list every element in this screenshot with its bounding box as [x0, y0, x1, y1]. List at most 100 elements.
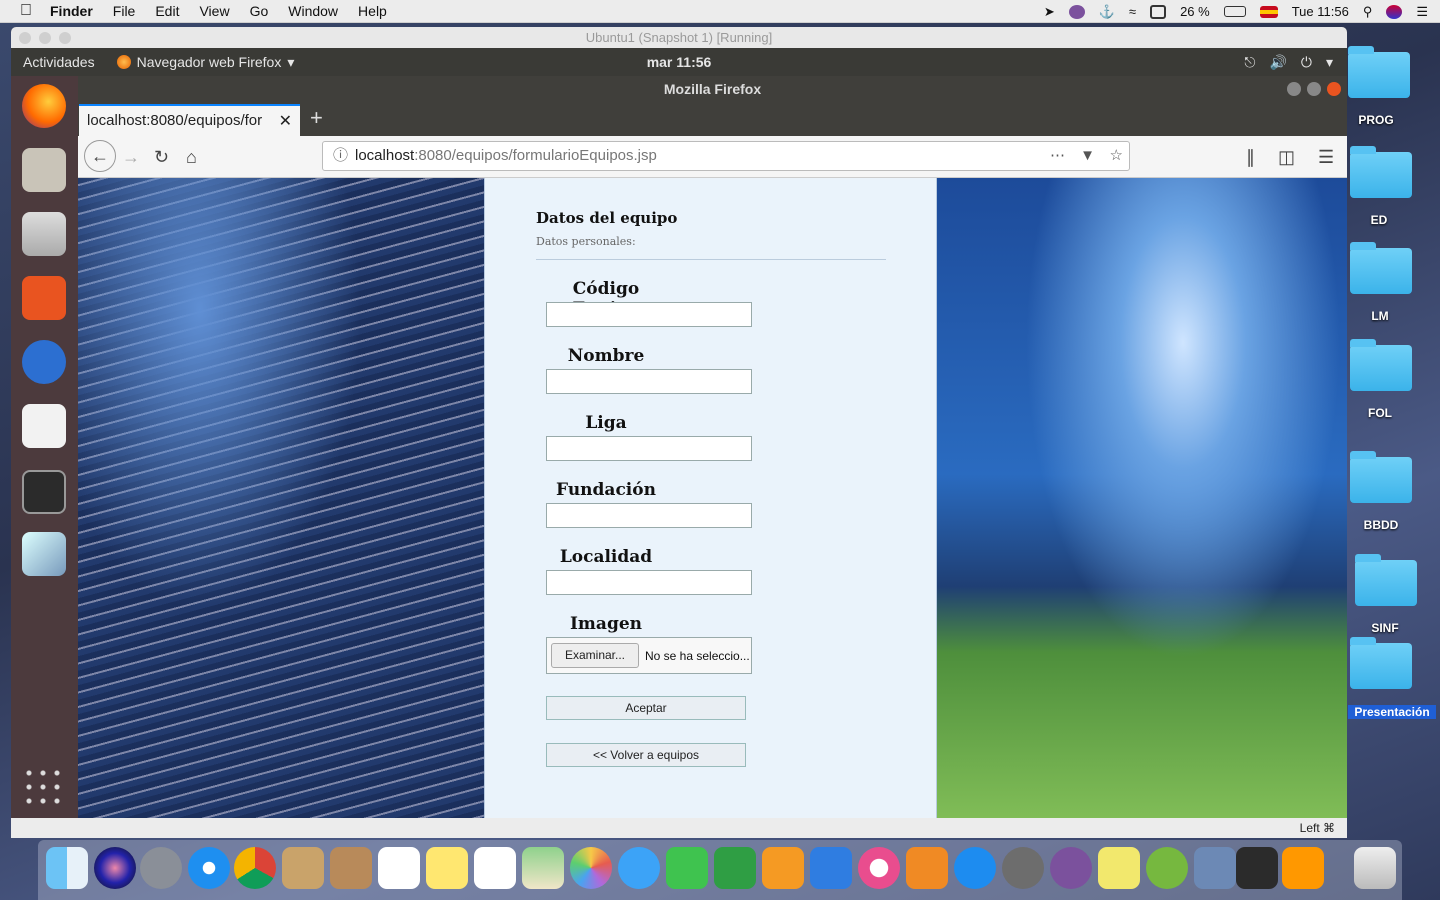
- menu-finder[interactable]: Finder: [50, 3, 93, 19]
- books-icon[interactable]: [906, 847, 948, 889]
- forward-button[interactable]: →: [122, 147, 140, 168]
- firefox-icon[interactable]: [22, 84, 66, 128]
- ubuntu-clock[interactable]: mar 11:56: [647, 54, 712, 70]
- apple-icon[interactable]: : [20, 2, 32, 20]
- close-tab-icon[interactable]: ✕: [279, 111, 292, 131]
- reload-button[interactable]: ↻: [154, 147, 169, 168]
- image-file-input[interactable]: Examinar... No se ha seleccio...: [546, 637, 752, 674]
- siri-icon[interactable]: [94, 847, 136, 889]
- codigo-input[interactable]: [546, 302, 752, 327]
- folder-icon[interactable]: [1350, 242, 1412, 294]
- notification-center-icon[interactable]: ☰: [1416, 4, 1428, 20]
- system-preferences-icon[interactable]: [1002, 847, 1044, 889]
- trash-icon[interactable]: [1354, 847, 1396, 889]
- fundacion-input[interactable]: [546, 503, 752, 528]
- calendar-icon[interactable]: [378, 847, 420, 889]
- close-button[interactable]: [19, 32, 31, 44]
- new-tab-button[interactable]: +: [310, 105, 323, 131]
- siri-icon[interactable]: [1386, 4, 1403, 19]
- contacts-icon[interactable]: [330, 847, 372, 889]
- spotlight-icon[interactable]: ⚲: [1363, 4, 1373, 20]
- tab-active[interactable]: localhost:8080/equipos/for ✕: [79, 104, 300, 136]
- minimize-button[interactable]: [39, 32, 51, 44]
- itunes-icon[interactable]: [858, 847, 900, 889]
- input-flag-icon[interactable]: [1259, 5, 1278, 18]
- folder-icon[interactable]: [1355, 554, 1417, 606]
- safari-icon[interactable]: [188, 847, 230, 889]
- files-icon[interactable]: [22, 212, 66, 256]
- library-icon[interactable]: ∥: [1246, 147, 1255, 168]
- folder-icon[interactable]: [1350, 637, 1412, 689]
- sidebar-icon[interactable]: ◫: [1278, 147, 1295, 168]
- battery-label[interactable]: 26 %: [1180, 4, 1210, 19]
- menu-go[interactable]: Go: [250, 3, 269, 19]
- liga-input[interactable]: [546, 436, 752, 461]
- stickies-icon[interactable]: [1098, 847, 1140, 889]
- browse-button[interactable]: Examinar...: [551, 643, 639, 668]
- viber-icon[interactable]: [1050, 847, 1092, 889]
- minimize-button[interactable]: [1287, 82, 1301, 96]
- clock-label[interactable]: Tue 11:56: [1292, 4, 1349, 19]
- activities-button[interactable]: Actividades: [23, 54, 95, 70]
- app-store-icon[interactable]: [954, 847, 996, 889]
- airplay-icon[interactable]: [1150, 4, 1167, 19]
- software-center-icon[interactable]: [22, 276, 66, 320]
- show-applications-icon[interactable]: [22, 766, 66, 810]
- rhythmbox-icon[interactable]: [22, 148, 66, 192]
- folder-icon[interactable]: [1350, 451, 1412, 503]
- bookmark-star-icon[interactable]: ☆: [1110, 142, 1123, 170]
- chrome-icon[interactable]: [234, 847, 276, 889]
- help-icon[interactable]: [22, 340, 66, 384]
- app-menu[interactable]: Navegador web Firefox ▾: [116, 54, 294, 71]
- pages-icon[interactable]: [762, 847, 804, 889]
- menu-icon[interactable]: ☰: [1318, 147, 1334, 168]
- viber-status-icon[interactable]: [1068, 4, 1085, 19]
- keynote-icon[interactable]: [810, 847, 852, 889]
- sublime-text-icon[interactable]: [1282, 847, 1324, 889]
- terminal-icon[interactable]: [22, 470, 66, 514]
- system-tray[interactable]: ⎋ 🔊 ⏻ ▾: [1244, 54, 1333, 71]
- url-bar[interactable]: ⓘ localhost:8080/equipos/formularioEquip…: [322, 141, 1130, 171]
- maximize-button[interactable]: [1307, 82, 1321, 96]
- menu-file[interactable]: File: [113, 3, 136, 19]
- wifi-icon[interactable]: ≈: [1129, 4, 1136, 19]
- back-button[interactable]: ←: [84, 140, 116, 172]
- pocket-icon[interactable]: ▼: [1080, 142, 1095, 170]
- folder-icon[interactable]: [1350, 339, 1412, 391]
- location-icon[interactable]: ➤: [1044, 4, 1055, 20]
- facetime-icon[interactable]: [666, 847, 708, 889]
- info-icon[interactable]: ⓘ: [333, 142, 348, 170]
- accept-button[interactable]: Aceptar: [546, 696, 746, 720]
- virtualbox-window: Ubuntu1 (Snapshot 1) [Running] Actividad…: [11, 27, 1347, 837]
- amazon-icon[interactable]: [22, 404, 66, 448]
- home-button[interactable]: ⌂: [186, 147, 197, 168]
- reminders-icon[interactable]: [474, 847, 516, 889]
- utorrent-icon[interactable]: [1146, 847, 1188, 889]
- zoom-button[interactable]: [59, 32, 71, 44]
- back-to-teams-button[interactable]: << Volver a equipos: [546, 743, 746, 767]
- menu-view[interactable]: View: [199, 3, 229, 19]
- finder-icon[interactable]: [46, 847, 88, 889]
- docker-icon[interactable]: ⚓: [1099, 4, 1115, 20]
- messages-icon[interactable]: [618, 847, 660, 889]
- notes-icon[interactable]: [426, 847, 468, 889]
- menu-window[interactable]: Window: [288, 3, 338, 19]
- numbers-icon[interactable]: [714, 847, 756, 889]
- virtualbox-guest-icon[interactable]: [22, 532, 66, 576]
- folder-icon[interactable]: [1348, 46, 1410, 98]
- folder-icon[interactable]: [1350, 146, 1412, 198]
- menu-edit[interactable]: Edit: [155, 3, 179, 19]
- close-button[interactable]: [1327, 82, 1341, 96]
- maps-icon[interactable]: [522, 847, 564, 889]
- battery-icon[interactable]: [1223, 6, 1246, 17]
- localidad-input[interactable]: [546, 570, 752, 595]
- launchpad-icon[interactable]: [140, 847, 182, 889]
- preview-icon[interactable]: [282, 847, 324, 889]
- label-liga: Liga: [585, 413, 627, 433]
- page-actions-icon[interactable]: ⋯: [1050, 142, 1065, 170]
- nombre-input[interactable]: [546, 369, 752, 394]
- vm-window-thumbnail-icon[interactable]: [1236, 847, 1278, 889]
- virtualbox-icon[interactable]: [1194, 847, 1236, 889]
- photos-icon[interactable]: [570, 847, 612, 889]
- menu-help[interactable]: Help: [358, 3, 387, 19]
